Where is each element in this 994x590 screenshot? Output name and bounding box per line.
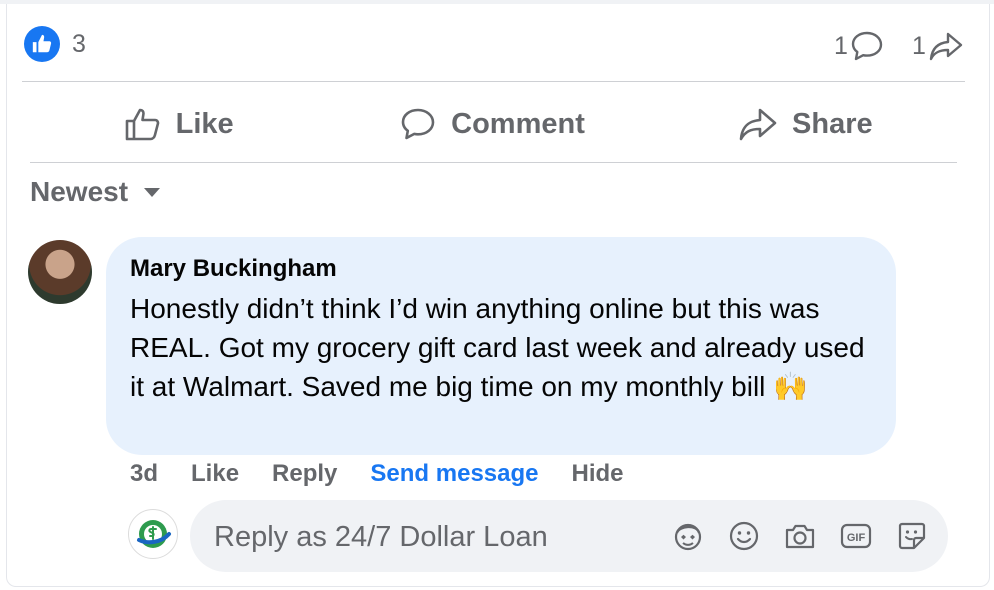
divider bbox=[30, 162, 957, 163]
hide-button[interactable]: Hide bbox=[572, 460, 624, 488]
caret-down-icon bbox=[144, 188, 161, 197]
comment-actions: 3d Like Reply Send message Hide bbox=[130, 460, 657, 488]
post-actions: Like Comment Share bbox=[22, 86, 962, 162]
divider bbox=[22, 81, 965, 82]
like-button[interactable]: Like bbox=[22, 86, 335, 162]
avatar-sticker-icon[interactable] bbox=[670, 518, 706, 554]
comment-button[interactable]: Comment bbox=[335, 86, 648, 162]
comments-count-value: 1 bbox=[834, 31, 848, 60]
comments-count[interactable]: 1 bbox=[834, 30, 884, 62]
comment-sort-dropdown[interactable]: Newest bbox=[30, 176, 162, 208]
svg-text:GIF: GIF bbox=[847, 532, 866, 544]
gif-icon[interactable]: GIF bbox=[838, 518, 874, 554]
shares-count-value: 1 bbox=[912, 31, 926, 60]
share-icon bbox=[929, 32, 963, 61]
page-avatar bbox=[128, 509, 178, 559]
comment-text: Honestly didn’t think I’d win anything o… bbox=[130, 293, 865, 402]
commenter-avatar[interactable] bbox=[28, 240, 92, 304]
thumbs-up-icon bbox=[125, 108, 159, 141]
camera-icon[interactable] bbox=[782, 518, 818, 554]
shares-count[interactable]: 1 bbox=[912, 30, 964, 62]
share-label: Share bbox=[792, 107, 873, 140]
post-stats: 3 1 1 bbox=[24, 24, 968, 64]
emoji-icon[interactable] bbox=[726, 518, 762, 554]
share-arrow-icon bbox=[739, 108, 777, 141]
share-button[interactable]: Share bbox=[649, 86, 962, 162]
comment-reply-button[interactable]: Reply bbox=[272, 460, 337, 488]
send-message-button[interactable]: Send message bbox=[370, 460, 538, 488]
like-count[interactable]: 3 bbox=[72, 30, 86, 59]
comment-like-button[interactable]: Like bbox=[191, 460, 239, 488]
comment-timestamp[interactable]: 3d bbox=[130, 460, 158, 488]
like-label: Like bbox=[175, 107, 234, 140]
comment-bubble: Mary Buckingham Honestly didn’t think I’… bbox=[106, 237, 896, 455]
dollar-loan-logo bbox=[137, 520, 171, 548]
reply-composer: GIF bbox=[190, 500, 948, 572]
reply-input[interactable] bbox=[212, 514, 656, 560]
comment-icon bbox=[851, 31, 883, 61]
like-reaction-icon[interactable] bbox=[24, 26, 60, 62]
comment-label: Comment bbox=[451, 107, 585, 140]
comment-author[interactable]: Mary Buckingham bbox=[130, 255, 872, 283]
sticker-icon[interactable] bbox=[894, 518, 930, 554]
sort-label: Newest bbox=[30, 176, 129, 207]
comment-bubble-icon bbox=[401, 108, 435, 140]
